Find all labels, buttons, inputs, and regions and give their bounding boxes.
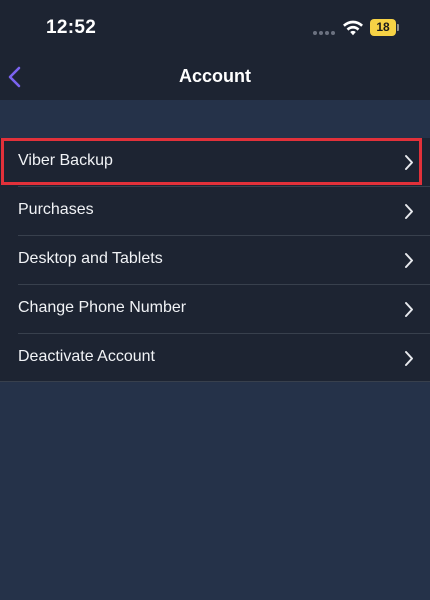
chevron-right-icon bbox=[405, 155, 413, 170]
menu-item-viber-backup[interactable]: Viber Backup bbox=[18, 138, 430, 187]
menu-item-label: Deactivate Account bbox=[18, 348, 155, 365]
top-bar: 12:52 18 Account bbox=[0, 0, 430, 100]
chevron-right-icon bbox=[405, 302, 413, 317]
account-menu-list: Viber Backup Purchases Desktop and Table… bbox=[0, 138, 430, 381]
chevron-right-icon bbox=[405, 253, 413, 268]
menu-item-desktop-and-tablets[interactable]: Desktop and Tablets bbox=[18, 236, 430, 285]
menu-item-label: Viber Backup bbox=[18, 152, 113, 169]
divider bbox=[0, 381, 430, 382]
menu-item-deactivate-account[interactable]: Deactivate Account bbox=[18, 334, 430, 382]
wifi-icon bbox=[343, 20, 363, 36]
menu-item-purchases[interactable]: Purchases bbox=[18, 187, 430, 236]
menu-item-label: Change Phone Number bbox=[18, 299, 187, 316]
menu-item-label: Purchases bbox=[18, 201, 94, 218]
status-time: 12:52 bbox=[46, 17, 97, 38]
battery-level: 18 bbox=[370, 19, 396, 36]
menu-item-change-phone-number[interactable]: Change Phone Number bbox=[18, 285, 430, 334]
signal-dots-icon bbox=[313, 31, 337, 35]
chevron-right-icon bbox=[405, 351, 413, 366]
battery-cap bbox=[397, 24, 399, 31]
menu-item-label: Desktop and Tablets bbox=[18, 250, 163, 267]
battery-indicator: 18 bbox=[370, 19, 399, 36]
page-title: Account bbox=[179, 66, 251, 86]
chevron-right-icon bbox=[405, 204, 413, 219]
